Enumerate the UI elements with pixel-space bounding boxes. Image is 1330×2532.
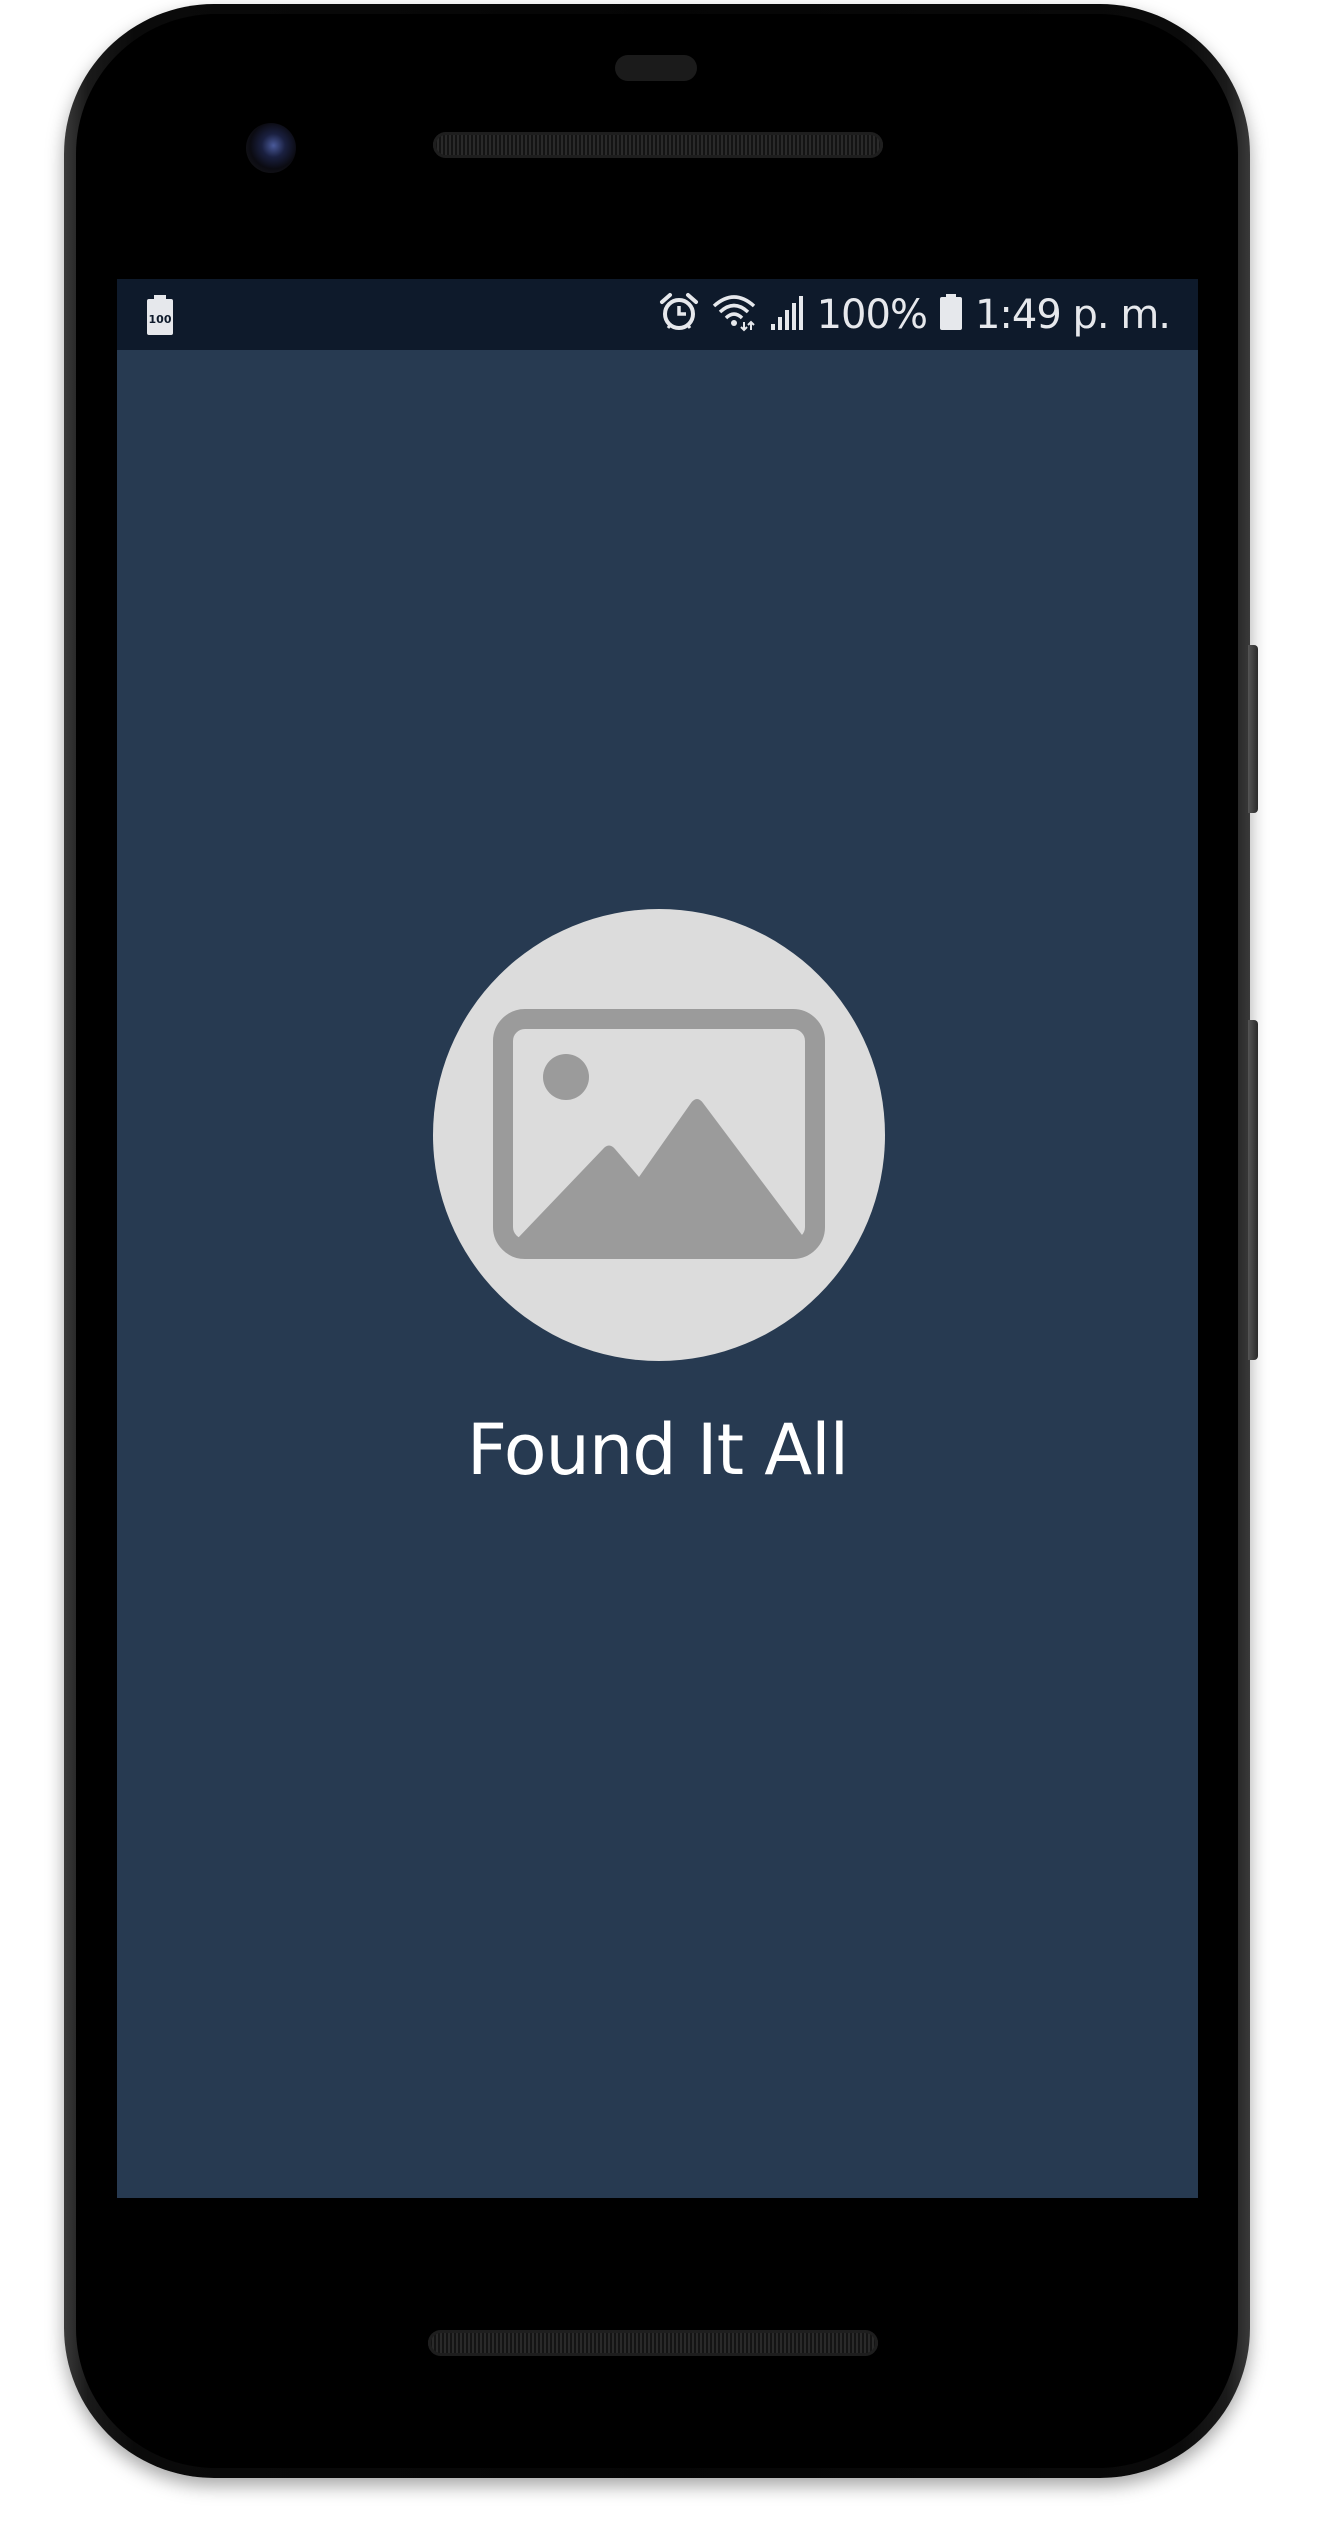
device-mockup: 100 100% 1:49 p. m. Found It All [0,0,1330,2532]
cellular-signal-icon [769,292,805,337]
battery-icon [939,292,963,337]
app-screen: 100 100% 1:49 p. m. Found It All [117,279,1198,2198]
battery-notification-icon: 100 [145,295,175,340]
app-logo [433,909,885,1361]
power-button [1248,645,1258,813]
status-time: 1:49 p. m. [974,291,1171,338]
bottom-speaker-grille [428,2330,878,2356]
app-title: Found It All [466,1409,849,1491]
wifi-icon [711,292,757,337]
top-speaker-grille [433,132,883,158]
volume-button [1248,1020,1258,1360]
alarm-icon [659,292,699,337]
status-icons: 100% 1:49 p. m. [659,279,1171,350]
earpiece-slot [615,55,697,81]
battery-percent: 100% [816,291,928,338]
status-bar: 100 100% 1:49 p. m. [117,279,1198,350]
front-camera [246,123,296,173]
image-placeholder-icon [493,1009,825,1259]
battery-notification-text: 100 [149,313,172,326]
